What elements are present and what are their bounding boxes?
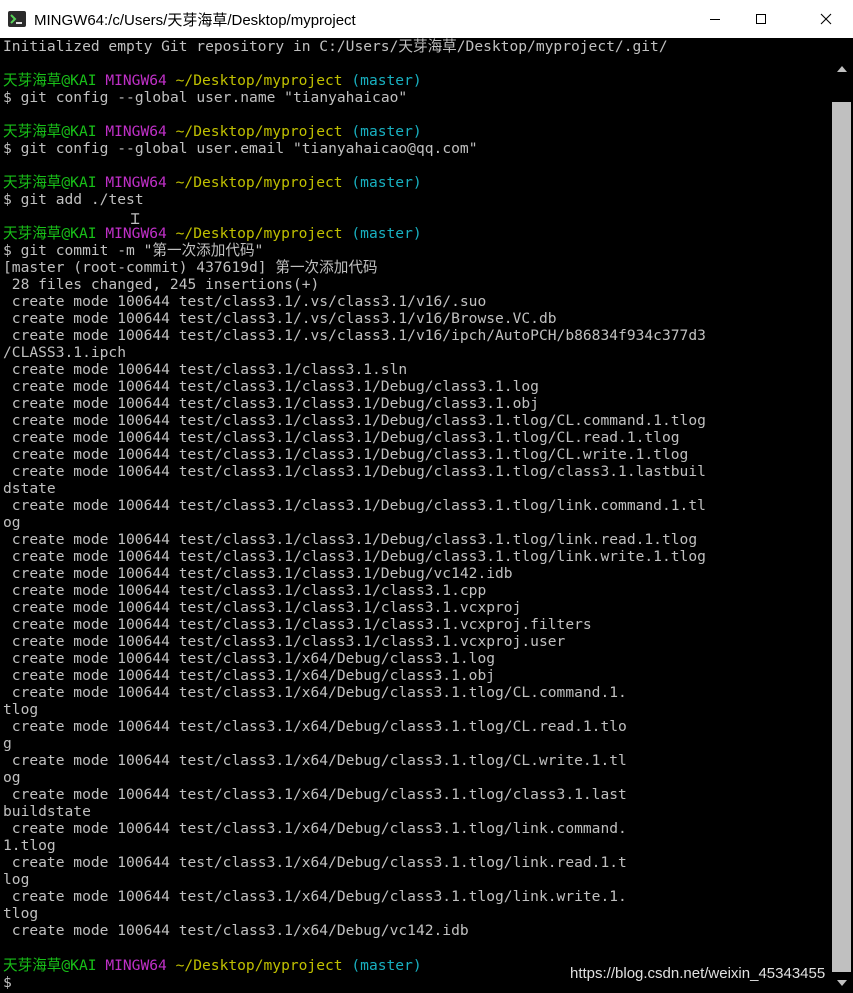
prompt-line: 天芽海草@KAI MINGW64 ~/Desktop/myproject (ma… — [3, 957, 422, 974]
prompt-branch: (master) — [351, 957, 422, 974]
output-line: buildstate — [3, 803, 91, 820]
close-button[interactable] — [799, 0, 853, 38]
command-text: git config --global user.name "tianyahai… — [20, 89, 408, 106]
prompt-symbol: $ — [3, 974, 12, 991]
output-line: create mode 100644 test/class3.1/class3.… — [3, 633, 566, 650]
output-line: create mode 100644 test/class3.1/class3.… — [3, 582, 487, 599]
output-line: Initialized empty Git repository in C:/U… — [3, 38, 668, 55]
prompt-symbol: $ — [3, 89, 12, 106]
prompt-line: 天芽海草@KAI MINGW64 ~/Desktop/myproject (ma… — [3, 174, 422, 191]
command-line[interactable]: $ — [3, 974, 12, 991]
scrollbar-thumb[interactable] — [832, 102, 851, 972]
window-title: MINGW64:/c/Users/天芽海草/Desktop/myproject — [34, 12, 356, 29]
output-line: create mode 100644 test/class3.1/class3.… — [3, 599, 522, 616]
output-line: create mode 100644 test/class3.1/class3.… — [3, 412, 706, 429]
arrow-down-icon — [836, 979, 847, 986]
scroll-down-button[interactable] — [830, 972, 853, 993]
maximize-button[interactable] — [738, 0, 784, 38]
output-line: create mode 100644 test/class3.1/x64/Deb… — [3, 820, 627, 837]
maximize-icon — [756, 14, 766, 24]
prompt-line: 天芽海草@KAI MINGW64 ~/Desktop/myproject (ma… — [3, 123, 422, 140]
output-line: create mode 100644 test/class3.1/x64/Deb… — [3, 888, 627, 905]
prompt-system: MINGW64 — [105, 72, 167, 89]
mingw-terminal-icon — [8, 11, 26, 27]
output-line: create mode 100644 test/class3.1/class3.… — [3, 531, 698, 548]
output-line: create mode 100644 test/class3.1/class3.… — [3, 378, 539, 395]
command-line: $ git commit -m "第一次添加代码" — [3, 242, 263, 259]
prompt-branch: (master) — [351, 225, 422, 242]
output-line: 28 files changed, 245 insertions(+) — [3, 276, 320, 293]
watermark: https://blog.csdn.net/weixin_45343455 — [570, 965, 826, 982]
output-line: create mode 100644 test/class3.1/.vs/cla… — [3, 293, 487, 310]
output-line: tlog — [3, 701, 39, 718]
output-line: g — [3, 735, 12, 752]
output-line: create mode 100644 test/class3.1/class3.… — [3, 446, 689, 463]
output-line: create mode 100644 test/class3.1/.vs/cla… — [3, 327, 706, 344]
output-line: create mode 100644 test/class3.1/x64/Deb… — [3, 718, 627, 735]
prompt-system: MINGW64 — [105, 174, 167, 191]
output-line: create mode 100644 test/class3.1/class3.… — [3, 463, 706, 480]
command-text: git add ./test — [20, 191, 144, 208]
output-line: 1.tlog — [3, 837, 56, 854]
prompt-line: 天芽海草@KAI MINGW64 ~/Desktop/myproject (ma… — [3, 72, 422, 89]
title-bar[interactable]: MINGW64:/c/Users/天芽海草/Desktop/myproject — [0, 0, 853, 39]
text-cursor-icon: Ɪ — [131, 210, 140, 228]
command-text: git config --global user.email "tianyaha… — [20, 140, 478, 157]
output-line: /CLASS3.1.ipch — [3, 344, 127, 361]
prompt-symbol: $ — [3, 242, 12, 259]
output-line: create mode 100644 test/class3.1/class3.… — [3, 548, 706, 565]
close-icon — [820, 13, 832, 25]
prompt-user-host: 天芽海草@KAI — [3, 174, 97, 191]
prompt-path: ~/Desktop/myproject — [175, 225, 343, 242]
terminal-output[interactable]: Initialized empty Git repository in C:/U… — [0, 38, 830, 993]
output-line: create mode 100644 test/class3.1/x64/Deb… — [3, 752, 627, 769]
prompt-system: MINGW64 — [105, 957, 167, 974]
command-line: $ git config --global user.name "tianyah… — [3, 89, 407, 106]
prompt-system: MINGW64 — [105, 123, 167, 140]
vertical-scrollbar[interactable] — [830, 38, 853, 993]
output-line: create mode 100644 test/class3.1/x64/Deb… — [3, 684, 627, 701]
prompt-path: ~/Desktop/myproject — [175, 123, 343, 140]
output-line: tlog — [3, 905, 39, 922]
prompt-branch: (master) — [351, 123, 422, 140]
command-line: $ git config --global user.email "tianya… — [3, 140, 477, 157]
prompt-user-host: 天芽海草@KAI — [3, 225, 97, 242]
prompt-user-host: 天芽海草@KAI — [3, 123, 97, 140]
prompt-symbol: $ — [3, 191, 12, 208]
prompt-user-host: 天芽海草@KAI — [3, 957, 97, 974]
output-line: log — [3, 871, 30, 888]
output-line: [master (root-commit) 437619d] 第一次添加代码 — [3, 259, 378, 276]
prompt-path: ~/Desktop/myproject — [175, 957, 343, 974]
output-line: og — [3, 514, 21, 531]
prompt-branch: (master) — [351, 72, 422, 89]
command-line: $ git add ./test — [3, 191, 144, 208]
scroll-up-button[interactable] — [830, 38, 853, 100]
minimize-button[interactable] — [692, 0, 738, 38]
output-line: create mode 100644 test/class3.1/x64/Deb… — [3, 922, 469, 939]
command-text: git commit -m "第一次添加代码" — [20, 242, 264, 259]
prompt-user-host: 天芽海草@KAI — [3, 72, 97, 89]
output-line: create mode 100644 test/class3.1/x64/Deb… — [3, 667, 496, 684]
terminal-window: MINGW64:/c/Users/天芽海草/Desktop/myproject … — [0, 0, 853, 993]
prompt-branch: (master) — [351, 174, 422, 191]
prompt-path: ~/Desktop/myproject — [175, 72, 343, 89]
prompt-symbol: $ — [3, 140, 12, 157]
output-line: create mode 100644 test/class3.1/class3.… — [3, 565, 513, 582]
output-line: create mode 100644 test/class3.1/class3.… — [3, 616, 592, 633]
minimize-icon — [710, 19, 720, 20]
output-line: create mode 100644 test/class3.1/.vs/cla… — [3, 310, 557, 327]
prompt-line: 天芽海草@KAI MINGW64 ~/Desktop/myproject (ma… — [3, 225, 422, 242]
prompt-path: ~/Desktop/myproject — [175, 174, 343, 191]
output-line: create mode 100644 test/class3.1/class3.… — [3, 429, 680, 446]
output-line: create mode 100644 test/class3.1/x64/Deb… — [3, 650, 496, 667]
output-line: create mode 100644 test/class3.1/x64/Deb… — [3, 854, 627, 871]
output-line: dstate — [3, 480, 56, 497]
arrow-up-icon — [836, 66, 847, 72]
output-line: create mode 100644 test/class3.1/class3.… — [3, 395, 539, 412]
output-line: create mode 100644 test/class3.1/x64/Deb… — [3, 786, 627, 803]
output-line: create mode 100644 test/class3.1/class3.… — [3, 361, 408, 378]
output-line: create mode 100644 test/class3.1/class3.… — [3, 497, 706, 514]
output-line: og — [3, 769, 21, 786]
